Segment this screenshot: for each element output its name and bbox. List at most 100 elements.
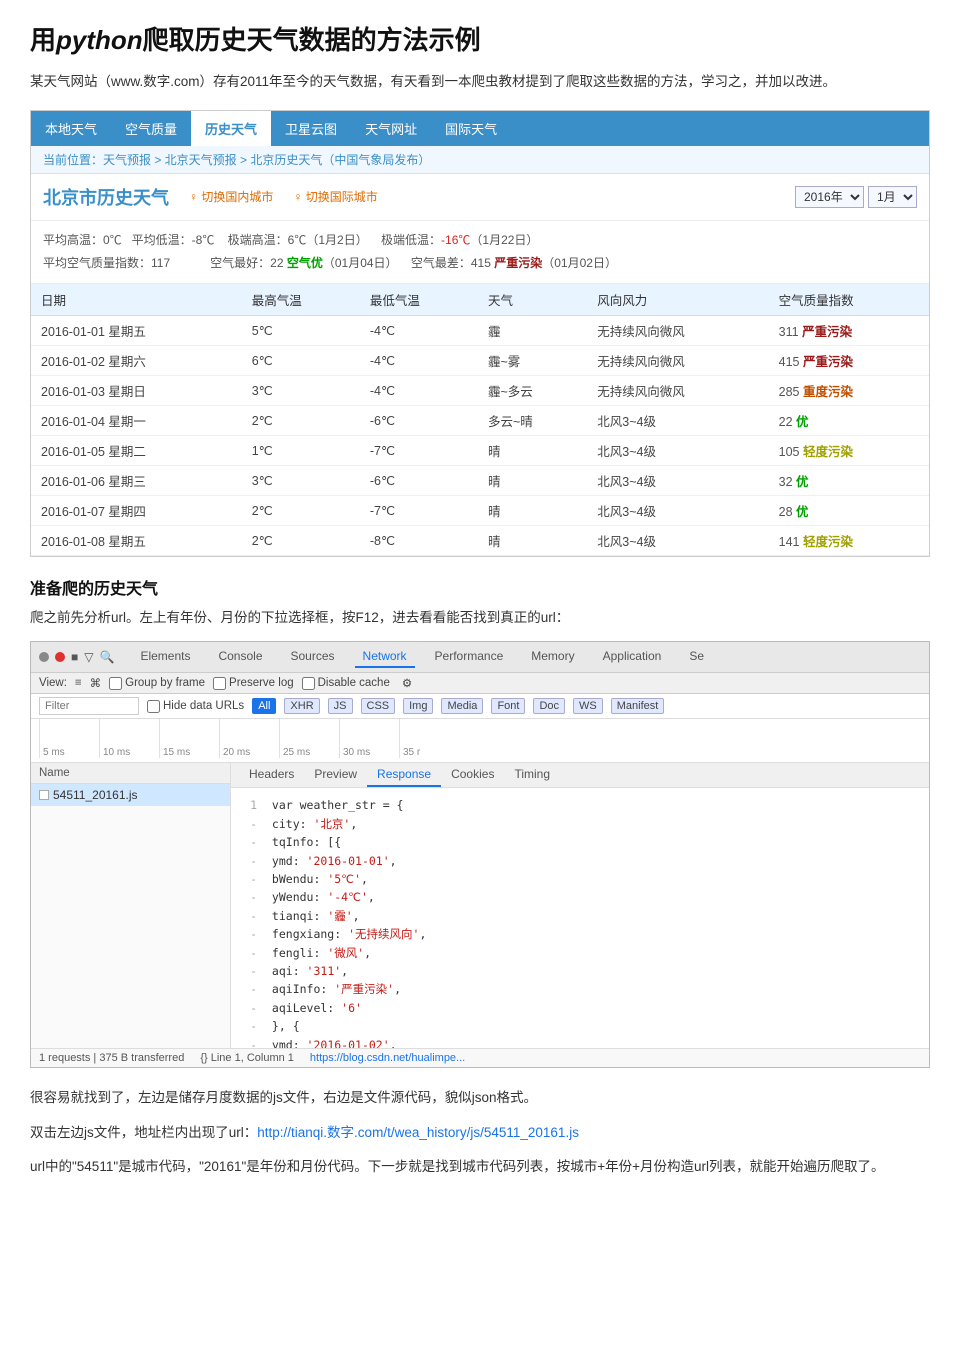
devtools-content: Name 54511_20161.js Headers Preview Resp… — [31, 763, 929, 1048]
city-switch-international[interactable]: ♀ 切换国际城市 — [293, 188, 377, 205]
devtools-toolbar: View: ≡ ⌘ Group by frame Preserve log Di… — [31, 673, 929, 694]
tab-performance[interactable]: Performance — [427, 646, 512, 668]
filter-tag-manifest[interactable]: Manifest — [611, 698, 665, 714]
tab-sources[interactable]: Sources — [283, 646, 343, 668]
devtools-topbar: ■ ▽ 🔍 Elements Console Sources Network P… — [31, 642, 929, 673]
tab-elements[interactable]: Elements — [132, 646, 198, 668]
col-date: 日期 — [31, 284, 242, 316]
filter-tag-css[interactable]: CSS — [361, 698, 396, 714]
preserve-log-checkbox[interactable]: Preserve log — [213, 677, 294, 690]
code-line: 1 var weather_str = { — [239, 796, 921, 814]
devtools-statusbar: 1 requests | 375 B transferred {} Line 1… — [31, 1048, 929, 1067]
nav-history-weather[interactable]: 历史天气 — [191, 111, 271, 146]
filter-tag-all[interactable]: All — [252, 698, 276, 714]
stats-line2: 平均空气质量指数：117 空气最好：22 空气优（01月04日） 空气最差：41… — [43, 252, 917, 275]
weather-table: 日期 最高气温 最低气温 天气 风向风力 空气质量指数 2016-01-01 星… — [31, 284, 929, 556]
col-high-temp: 最高气温 — [242, 284, 360, 316]
code-line: - aqi: '311', — [239, 962, 921, 980]
tree-view-icon[interactable]: ⌘ — [90, 676, 102, 690]
tab-timing[interactable]: Timing — [504, 763, 560, 787]
response-tabs: Headers Preview Response Cookies Timing — [231, 763, 929, 788]
code-line: - aqiLevel: '6' — [239, 999, 921, 1017]
tick-35ms: 35 r — [399, 719, 459, 758]
filter-tag-font[interactable]: Font — [491, 698, 525, 714]
inspect-icon[interactable] — [39, 652, 49, 662]
filter-bar: Hide data URLs All XHR JS CSS Img Media … — [31, 694, 929, 719]
bottom-text-section: 很容易就找到了，左边是储存月度数据的js文件，右边是文件源代码，貌似json格式… — [30, 1086, 930, 1179]
bottom-text-3: url中的"54511"是城市代码，"20161"是年份和月份代码。下一步就是找… — [30, 1155, 930, 1179]
section1-title: 准备爬的历史天气 — [30, 575, 930, 599]
tick-15ms: 15 ms — [159, 719, 219, 758]
breadcrumb: 当前位置：天气预报 > 北京天气预报 > 北京历史天气（中国气象局发布） — [31, 146, 929, 174]
tick-30ms: 30 ms — [339, 719, 399, 758]
list-view-icon[interactable]: ≡ — [75, 677, 82, 689]
month-select[interactable]: 1月 — [868, 186, 917, 208]
record-icon[interactable] — [55, 652, 65, 662]
code-line: - fengli: '微风', — [239, 944, 921, 962]
year-select[interactable]: 2016年 — [795, 186, 864, 208]
response-code: 1 var weather_str = {- city: '北京',- tqIn… — [231, 788, 929, 1048]
nav-local-weather[interactable]: 本地天气 — [31, 111, 111, 146]
table-row: 2016-01-06 星期三3℃-6℃晴北风3~4级32 优 — [31, 465, 929, 495]
col-wind: 风向风力 — [587, 284, 768, 316]
code-line: - fengxiang: '无持续风向', — [239, 925, 921, 943]
table-row: 2016-01-03 星期日3℃-4℃霾~多云无持续风向微风285 重度污染 — [31, 375, 929, 405]
file-name: 54511_20161.js — [53, 788, 138, 802]
devtools-icons: ■ ▽ 🔍 — [39, 650, 114, 664]
file-checkbox — [39, 790, 49, 800]
filter-tag-xhr[interactable]: XHR — [284, 698, 319, 714]
table-row: 2016-01-07 星期四2℃-7℃晴北风3~4级28 优 — [31, 495, 929, 525]
code-line: - bWendu: '5℃', — [239, 870, 921, 888]
filter-icon[interactable]: ▽ — [84, 650, 93, 664]
view-label: View: — [39, 677, 67, 689]
table-row: 2016-01-08 星期五2℃-8℃晴北风3~4级141 轻度污染 — [31, 525, 929, 555]
tick-10ms: 10 ms — [99, 719, 159, 758]
tab-cookies[interactable]: Cookies — [441, 763, 504, 787]
devtools-mockup: ■ ▽ 🔍 Elements Console Sources Network P… — [30, 641, 930, 1068]
nav-international[interactable]: 国际天气 — [431, 111, 511, 146]
tab-headers[interactable]: Headers — [239, 763, 304, 787]
url-info: https://blog.csdn.net/hualimpe... — [310, 1052, 465, 1064]
nav-weather-site[interactable]: 天气网址 — [351, 111, 431, 146]
filter-input[interactable] — [39, 697, 139, 715]
city-switch-domestic[interactable]: ♀ 切换国内城市 — [189, 188, 273, 205]
search-icon[interactable]: 🔍 — [99, 650, 114, 664]
hide-data-urls-checkbox[interactable]: Hide data URLs — [147, 700, 244, 713]
tab-network[interactable]: Network — [355, 646, 415, 668]
tab-memory[interactable]: Memory — [523, 646, 582, 668]
weather-nav: 本地天气 空气质量 历史天气 卫星云图 天气网址 国际天气 — [31, 111, 929, 146]
filter-tag-media[interactable]: Media — [441, 698, 483, 714]
filter-tag-img[interactable]: Img — [403, 698, 433, 714]
nav-air-quality[interactable]: 空气质量 — [111, 111, 191, 146]
table-row: 2016-01-01 星期五5℃-4℃霾无持续风向微风311 严重污染 — [31, 315, 929, 345]
tab-application[interactable]: Application — [595, 646, 670, 668]
tab-response[interactable]: Response — [367, 763, 441, 787]
position-info: {} Line 1, Column 1 — [200, 1052, 294, 1064]
bottom-text-2: 双击左边js文件，地址栏内出现了url：http://tianqi.数字.com… — [30, 1121, 930, 1145]
col-aqi: 空气质量指数 — [769, 284, 929, 316]
filter-tag-ws[interactable]: WS — [573, 698, 603, 714]
url-link: http://tianqi.数字.com/t/wea_history/js/54… — [257, 1125, 579, 1140]
disable-cache-checkbox[interactable]: Disable cache — [302, 677, 390, 690]
tab-se[interactable]: Se — [681, 646, 712, 668]
group-by-frame-checkbox[interactable]: Group by frame — [109, 677, 205, 690]
tab-preview[interactable]: Preview — [304, 763, 367, 787]
table-row: 2016-01-02 星期六6℃-4℃霾~雾无持续风向微风415 严重污染 — [31, 345, 929, 375]
year-month-selector[interactable]: 2016年 1月 — [795, 186, 917, 208]
file-item-js[interactable]: 54511_20161.js — [31, 784, 230, 806]
weather-city-title: 北京市历史天气 — [43, 184, 169, 210]
stop-icon[interactable]: ■ — [71, 650, 78, 664]
devtools-file-list: Name 54511_20161.js — [31, 763, 231, 1048]
file-list-header: Name — [31, 763, 230, 784]
nav-satellite[interactable]: 卫星云图 — [271, 111, 351, 146]
code-line: - yWendu: '-4℃', — [239, 888, 921, 906]
section1-text: 爬之前先分析url。左上有年份、月份的下拉选择框，按F12，进去看看能否找到真正… — [30, 607, 930, 630]
tab-console[interactable]: Console — [210, 646, 270, 668]
weather-site-mockup: 本地天气 空气质量 历史天气 卫星云图 天气网址 国际天气 当前位置：天气预报 … — [30, 110, 930, 557]
settings-icon[interactable]: ⚙ — [402, 676, 412, 690]
tick-25ms: 25 ms — [279, 719, 339, 758]
filter-tag-js[interactable]: JS — [328, 698, 353, 714]
weather-stats: 平均高温：0℃ 平均低温：-8℃ 极端高温：6℃（1月2日） 极端低温：-16℃… — [31, 221, 929, 284]
filter-tag-doc[interactable]: Doc — [533, 698, 565, 714]
requests-info: 1 requests | 375 B transferred — [39, 1052, 184, 1064]
